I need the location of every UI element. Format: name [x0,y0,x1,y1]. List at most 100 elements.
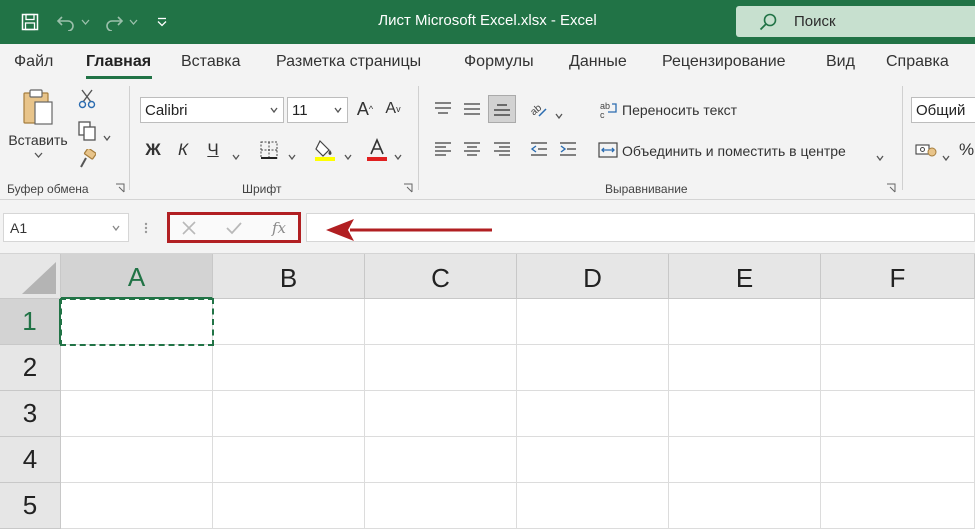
increase-indent-icon[interactable] [555,136,581,162]
cell-d1[interactable] [517,299,669,345]
tab-insert[interactable]: Вставка [181,53,240,71]
search-box[interactable]: Поиск [736,6,975,37]
fill-color-dropdown-icon[interactable] [344,147,352,161]
align-left-icon[interactable] [430,136,456,162]
borders-icon[interactable] [256,138,282,162]
tab-data[interactable]: Данные [569,53,627,71]
tab-help[interactable]: Справка [886,53,949,71]
align-bottom-icon[interactable] [488,95,516,123]
cell-c5[interactable] [365,483,517,529]
cut-icon[interactable] [76,88,98,110]
font-color-dropdown-icon[interactable] [394,147,402,161]
tab-file[interactable]: Файл [14,53,53,71]
copy-dropdown-icon[interactable] [103,128,111,142]
increase-font-icon[interactable]: A ^ [354,97,376,121]
cell-e1[interactable] [669,299,821,345]
cell-f4[interactable] [821,437,975,483]
cell-d4[interactable] [517,437,669,483]
wrap-text-button[interactable]: Переносить текст [622,102,737,118]
cell-f1[interactable] [821,299,975,345]
column-header-b[interactable]: B [213,254,365,299]
currency-dropdown-icon[interactable] [942,148,950,162]
copy-icon[interactable] [76,120,98,142]
column-header-a[interactable]: A [61,254,213,299]
undo-icon[interactable] [54,10,78,34]
tab-view[interactable]: Вид [826,53,855,71]
drag-handle-icon[interactable] [144,222,148,234]
paste-button[interactable]: Вставить [6,88,70,172]
column-header-c[interactable]: C [365,254,517,299]
customize-toolbar-icon[interactable] [150,10,174,34]
cell-d2[interactable] [517,345,669,391]
tab-home[interactable]: Главная [86,53,151,71]
cell-f3[interactable] [821,391,975,437]
orientation-dropdown-icon[interactable] [555,106,563,120]
number-format-select[interactable]: Общий [911,97,975,123]
cell-b2[interactable] [213,345,365,391]
bold-button[interactable]: Ж [142,138,164,162]
check-icon[interactable] [223,218,245,238]
cell-d5[interactable] [517,483,669,529]
fill-color-icon[interactable] [312,136,338,164]
cell-b3[interactable] [213,391,365,437]
cell-f2[interactable] [821,345,975,391]
font-size-select[interactable]: 11 [287,97,348,123]
underline-button[interactable]: Ч [202,138,224,162]
format-painter-icon[interactable] [76,148,98,170]
cell-a3[interactable] [61,391,213,437]
currency-format-icon[interactable] [914,138,938,162]
row-header-4[interactable]: 4 [0,437,61,483]
select-all-corner[interactable] [0,254,61,299]
save-icon[interactable] [18,10,42,34]
column-header-e[interactable]: E [669,254,821,299]
undo-dropdown-icon[interactable] [78,10,92,34]
name-box[interactable]: A1 [3,213,129,242]
tab-formulas[interactable]: Формулы [464,53,534,71]
percent-format-icon[interactable]: % [958,138,975,162]
cell-f5[interactable] [821,483,975,529]
align-top-icon[interactable] [430,96,456,122]
cell-c4[interactable] [365,437,517,483]
cell-e5[interactable] [669,483,821,529]
cell-e2[interactable] [669,345,821,391]
merge-center-icon[interactable] [597,138,619,162]
spreadsheet-grid[interactable]: ABCDEF 12345 [0,254,975,531]
cell-b4[interactable] [213,437,365,483]
align-right-icon[interactable] [489,136,515,162]
cell-a4[interactable] [61,437,213,483]
row-header-3[interactable]: 3 [0,391,61,437]
cell-c1[interactable] [365,299,517,345]
font-name-select[interactable]: Calibri [140,97,284,123]
cell-e3[interactable] [669,391,821,437]
italic-button[interactable]: К [172,138,194,162]
cell-e4[interactable] [669,437,821,483]
wrap-text-icon[interactable]: ab c [598,98,620,122]
tab-page-layout[interactable]: Разметка страницы [276,53,421,71]
align-middle-icon[interactable] [459,96,485,122]
clipboard-launcher-icon[interactable] [115,183,125,193]
redo-icon[interactable] [102,10,126,34]
column-header-d[interactable]: D [517,254,669,299]
cell-b5[interactable] [213,483,365,529]
font-color-icon[interactable] [364,136,390,164]
cell-d3[interactable] [517,391,669,437]
row-header-2[interactable]: 2 [0,345,61,391]
borders-dropdown-icon[interactable] [288,147,296,161]
cell-a2[interactable] [61,345,213,391]
tab-review[interactable]: Рецензирование [662,53,786,71]
cell-a5[interactable] [61,483,213,529]
alignment-launcher-icon[interactable] [886,183,896,193]
underline-dropdown-icon[interactable] [232,147,240,161]
row-header-1[interactable]: 1 [0,299,61,345]
cell-b1[interactable] [213,299,365,345]
decrease-indent-icon[interactable] [526,136,552,162]
cell-c2[interactable] [365,345,517,391]
row-header-5[interactable]: 5 [0,483,61,529]
orientation-icon[interactable]: ab [526,96,552,122]
align-center-icon[interactable] [459,136,485,162]
insert-function-button[interactable]: fx [268,218,290,238]
decrease-font-icon[interactable]: Av [382,97,404,121]
close-icon[interactable] [178,218,200,238]
merge-dropdown-icon[interactable] [876,148,884,162]
cell-c3[interactable] [365,391,517,437]
